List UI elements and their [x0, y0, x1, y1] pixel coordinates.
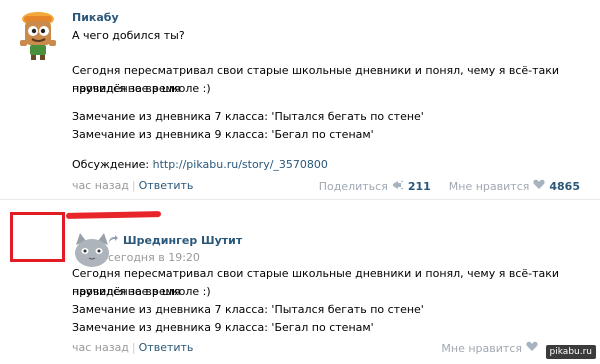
like-label: Мне нравится [448, 179, 530, 193]
repost-remark-7: Замечание из дневника 7 класса: 'Пытался… [72, 303, 424, 316]
discussion-label: Обсуждение: [72, 158, 153, 171]
repost-post-time[interactable]: час назад [72, 341, 129, 354]
post-remark-7: Замечание из дневника 7 класса: 'Пытался… [72, 110, 424, 123]
repost-footer-left: час назад | Ответить [72, 341, 194, 354]
repost-body-line2: проведённое в школе :) [72, 285, 211, 298]
heart-icon [526, 341, 538, 355]
discussion-link[interactable]: http://pikabu.ru/story/_3570800 [153, 158, 328, 171]
censored-avatar-box [10, 212, 65, 262]
post-discussion: Обсуждение: http://pikabu.ru/story/_3570… [72, 156, 592, 174]
post-pikabu: Пикабу А чего добился ты? Сегодня пересм… [0, 0, 600, 200]
post-time[interactable]: час назад [72, 179, 129, 192]
post-remark-9: Замечание из дневника 9 класса: 'Бегал п… [72, 128, 374, 141]
repost-like-label: Мне нравится [441, 341, 522, 355]
censored-name-line [65, 211, 162, 219]
repost-arrow-icon [108, 234, 119, 247]
repost-footer-right: Мне нравится [441, 341, 538, 355]
like-count: 4865 [549, 179, 580, 193]
post-body-line2: проведённое в школе :) [72, 82, 211, 95]
megaphone-icon [392, 180, 404, 193]
repost-remark-9: Замечание из дневника 9 класса: 'Бегал п… [72, 321, 374, 334]
repost-author[interactable]: Шредингер Шутит [108, 234, 242, 247]
repost-like-button[interactable]: Мне нравится [441, 341, 538, 355]
heart-icon [533, 179, 545, 193]
post-divider [0, 199, 600, 200]
post-question: А чего добился ты? [72, 29, 185, 42]
post-footer-right: Поделиться 211 Мне нравится 4865 [319, 179, 580, 193]
post-author[interactable]: Пикабу [72, 11, 119, 24]
repost-time[interactable]: сегодня в 19:20 [108, 251, 200, 264]
watermark: pikabu.ru [545, 345, 596, 359]
share-count: 211 [407, 179, 431, 193]
share-label: Поделиться [318, 179, 388, 193]
cat-avatar[interactable] [72, 229, 112, 269]
pikabu-mascot-avatar[interactable] [16, 10, 60, 60]
reply-button[interactable]: Ответить [139, 179, 194, 192]
like-button[interactable]: Мне нравится 4865 [449, 179, 580, 193]
repost-reply-button[interactable]: Ответить [139, 341, 194, 354]
repost-author-name: Шредингер Шутит [123, 234, 243, 247]
post-footer-left: час назад | Ответить [72, 179, 194, 192]
share-button[interactable]: Поделиться 211 [319, 180, 431, 193]
